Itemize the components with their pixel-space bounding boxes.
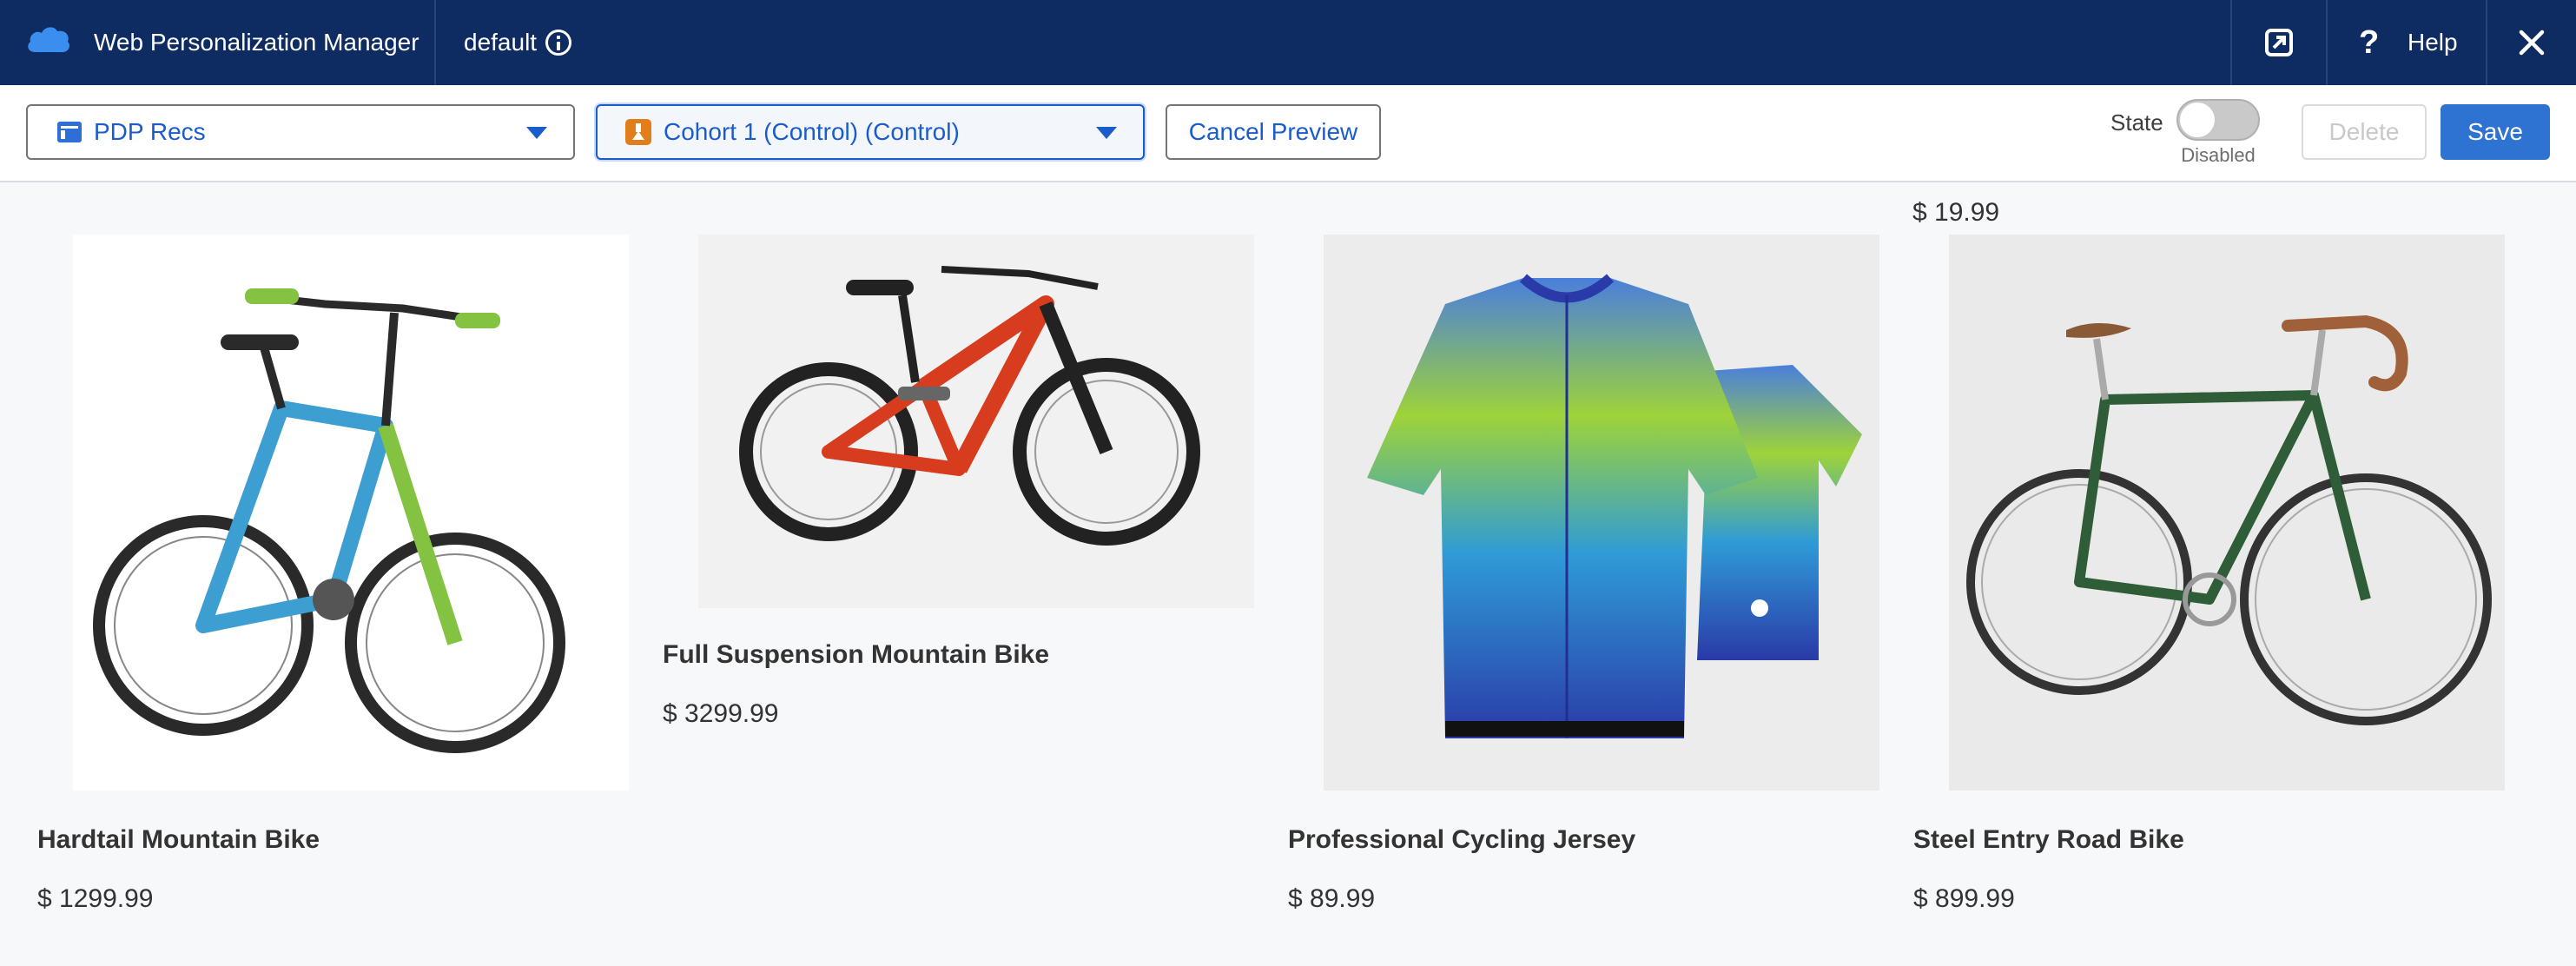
product-name[interactable]: Professional Cycling Jersey	[1288, 825, 1635, 855]
product-name[interactable]: Hardtail Mountain Bike	[37, 825, 320, 855]
experience-select[interactable]: PDP Recs	[26, 104, 575, 160]
help-icon: ?	[2359, 24, 2380, 61]
close-icon	[2519, 30, 2545, 56]
cohort-select[interactable]: Cohort 1 (Control) (Control)	[596, 104, 1145, 160]
chevron-down-icon	[1096, 127, 1117, 139]
delete-button[interactable]: Delete	[2302, 104, 2427, 160]
product-image[interactable]	[1949, 235, 2505, 791]
save-button[interactable]: Save	[2441, 104, 2550, 160]
cycling-jersey-image	[1367, 274, 1862, 738]
partial-product-price: $ 19.99	[1912, 198, 2000, 227]
site-name: default	[464, 29, 538, 56]
help-button[interactable]: ? Help	[2328, 0, 2475, 85]
close-button[interactable]	[2487, 0, 2576, 85]
salesforce-cloud-icon	[28, 27, 70, 53]
road-bike-image	[1966, 314, 2492, 725]
help-label: Help	[2408, 29, 2458, 56]
external-link-icon	[2265, 29, 2293, 56]
page-icon	[57, 122, 82, 142]
flask-icon	[625, 119, 651, 145]
toolbar: PDP Recs Cohort 1 (Control) (Control) Ca…	[0, 85, 2576, 182]
toggle-knob	[2180, 103, 2215, 137]
product-image[interactable]	[73, 235, 629, 791]
product-image[interactable]	[698, 235, 1254, 608]
full-suspension-bike-image	[739, 266, 1200, 546]
state-label: State	[2110, 109, 2163, 136]
state-value: Disabled	[2181, 144, 2256, 166]
hardtail-bike-image	[93, 288, 565, 753]
product-name[interactable]: Steel Entry Road Bike	[1913, 825, 2184, 855]
product-price: $ 89.99	[1288, 884, 1376, 913]
product-price: $ 1299.99	[37, 884, 154, 913]
product-image[interactable]	[1324, 235, 1879, 791]
state-toggle[interactable]	[2176, 99, 2260, 141]
app-title: Web Personalization Manager	[94, 29, 419, 56]
header-divider	[434, 0, 436, 85]
product-price: $ 3299.99	[663, 699, 779, 728]
cancel-preview-button[interactable]: Cancel Preview	[1166, 104, 1381, 160]
product-price: $ 899.99	[1913, 884, 2015, 913]
info-icon[interactable]	[545, 30, 571, 56]
global-header: Web Personalization Manager default ? He…	[0, 0, 2576, 85]
product-name[interactable]: Full Suspension Mountain Bike	[663, 640, 1049, 670]
chevron-down-icon	[526, 127, 547, 139]
external-link-button[interactable]	[2232, 0, 2326, 85]
cohort-select-label: Cohort 1 (Control) (Control)	[664, 118, 960, 145]
experience-select-label: PDP Recs	[94, 118, 206, 145]
